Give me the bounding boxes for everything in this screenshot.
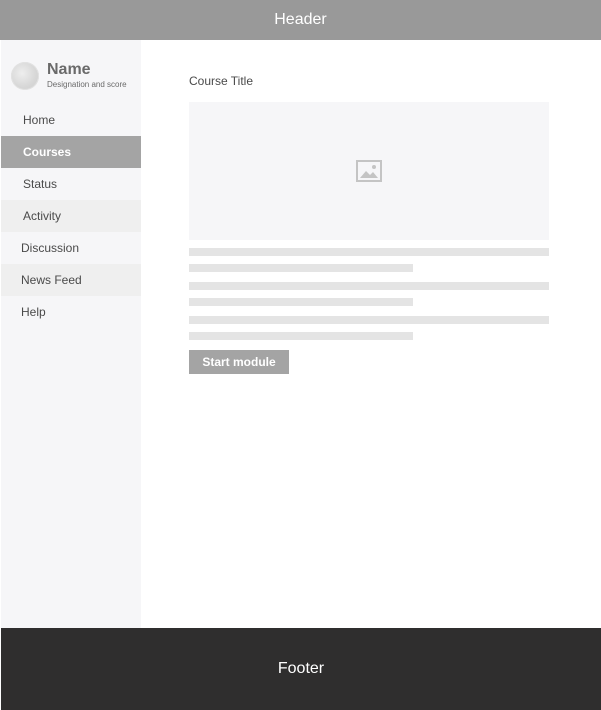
sidebar: Name Designation and score Home Courses … [1, 40, 141, 628]
sidebar-item-label: News Feed [21, 273, 82, 287]
page-footer: Footer [1, 628, 601, 710]
sidebar-item-discussion[interactable]: Discussion [1, 232, 141, 264]
sidebar-item-news-feed[interactable]: News Feed [1, 264, 141, 296]
user-profile[interactable]: Name Designation and score [11, 61, 127, 90]
sidebar-item-label: Activity [23, 209, 62, 223]
sidebar-nav: Home Courses Status Activity Discussion … [1, 104, 141, 328]
sidebar-item-activity[interactable]: Activity [1, 200, 141, 232]
image-icon [356, 160, 382, 182]
sidebar-item-status[interactable]: Status [1, 168, 141, 200]
sidebar-item-courses[interactable]: Courses [1, 136, 141, 168]
profile-designation: Designation and score [47, 80, 127, 89]
sidebar-item-label: Home [23, 113, 56, 127]
start-module-button[interactable]: Start module [189, 350, 289, 374]
sidebar-item-home[interactable]: Home [1, 104, 141, 136]
course-title: Course Title [189, 74, 254, 88]
profile-text: Name Designation and score [47, 61, 127, 90]
text-placeholder-line [189, 316, 549, 324]
sidebar-item-label: Discussion [21, 241, 80, 255]
text-placeholder-line [189, 248, 549, 256]
text-placeholder-line [189, 332, 413, 340]
text-placeholder-line [189, 264, 413, 272]
course-image-placeholder [189, 102, 549, 240]
text-placeholder-line [189, 282, 549, 290]
text-placeholder-line [189, 298, 413, 306]
sidebar-item-help[interactable]: Help [1, 296, 141, 328]
footer-title: Footer [277, 660, 325, 677]
header-title: Header [274, 11, 327, 28]
sidebar-item-label: Status [23, 177, 58, 191]
profile-name: Name [47, 61, 91, 78]
sidebar-item-label: Courses [23, 145, 72, 159]
avatar-icon[interactable] [11, 61, 39, 90]
sidebar-item-label: Help [21, 305, 46, 319]
page-header: Header [0, 0, 601, 40]
